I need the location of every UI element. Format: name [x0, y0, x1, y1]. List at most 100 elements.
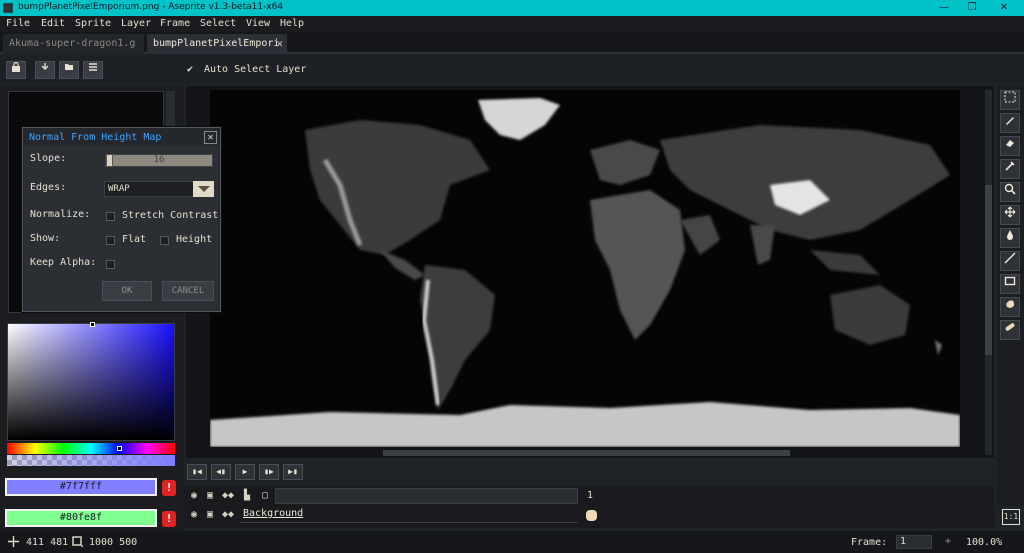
ok-button[interactable]: OK [102, 281, 152, 301]
layer-continuous-icon[interactable]: ◆◆ [221, 508, 235, 522]
sprite-size-icon [72, 536, 84, 548]
horizontal-scroll-thumb[interactable] [383, 450, 790, 456]
chevron-down-icon[interactable] [193, 181, 214, 197]
layer-group-icon[interactable]: ▙ [240, 489, 254, 503]
menu-select[interactable]: Select [200, 18, 236, 29]
document-tabs: Akuma-super-dragon1.g bumpPlanetPixelEmp… [0, 32, 1024, 54]
previous-frame-icon[interactable]: ◀▮ [211, 464, 231, 480]
normal-from-height-map-dialog: Normal From Height Map ✕ Slope: 16 Edges… [22, 127, 221, 312]
pencil-icon[interactable] [1000, 113, 1020, 133]
window-title: bumpPlanetPixelEmporium.png - Aseprite v… [18, 2, 284, 12]
slope-slider[interactable]: 16 [105, 154, 213, 167]
blob-shape-icon[interactable] [1000, 297, 1020, 317]
saturation-value-picker[interactable] [7, 322, 175, 441]
slope-slider-handle[interactable] [106, 154, 113, 167]
world-heightmap-image [210, 90, 960, 447]
auto-select-label: Auto Select Layer [204, 64, 307, 75]
tab-close-icon[interactable]: ✕ [276, 37, 283, 50]
add-frame-icon[interactable]: + [942, 535, 954, 549]
menu-frame[interactable]: Frame [160, 18, 190, 29]
frame-header-number[interactable]: 1 [580, 488, 600, 504]
lock-icon[interactable] [6, 61, 26, 79]
cel-icon[interactable] [586, 510, 597, 521]
tool-palette [997, 86, 1024, 506]
cursor-position: 411 481 [26, 537, 69, 548]
edges-value: WRAP [108, 184, 130, 194]
canvas-vertical-scrollbar[interactable] [985, 90, 992, 455]
menu-layer[interactable]: Layer [121, 18, 151, 29]
menu-edit[interactable]: Edit [41, 18, 65, 29]
folder-icon[interactable] [59, 61, 79, 79]
move-icon[interactable] [1000, 205, 1020, 225]
context-bar: ✔ Auto Select Layer [0, 56, 1024, 84]
stretch-contrast-label: Stretch Contrast [122, 210, 219, 221]
padlock-icon[interactable]: ▣ [203, 489, 217, 503]
next-frame-icon[interactable]: ▮▶ [259, 464, 279, 480]
background-color-button[interactable]: #80fe8f [5, 509, 157, 527]
tab-akuma-super-dragon[interactable]: Akuma-super-dragon1.g [3, 34, 144, 54]
hue-slider[interactable] [7, 443, 175, 454]
pixel-ratio-button[interactable]: 1:1 [1002, 509, 1020, 525]
last-frame-icon[interactable]: ▶▮ [283, 464, 303, 480]
paint-bucket-icon[interactable] [1000, 228, 1020, 248]
close-window-button[interactable]: ✕ [989, 0, 1019, 16]
menu-view[interactable]: View [246, 18, 270, 29]
download-arrow-icon[interactable] [35, 61, 55, 79]
alpha-slider[interactable] [7, 455, 175, 466]
canvas-editor[interactable] [186, 86, 994, 458]
minimize-button[interactable]: — [929, 0, 959, 16]
frame-input[interactable]: 1 [896, 535, 932, 549]
stretch-contrast-checkbox[interactable] [106, 212, 115, 221]
menu-sprite[interactable]: Sprite [75, 18, 111, 29]
layer-visibility-eye-icon[interactable]: ◉ [187, 508, 201, 522]
layer-name-cell [240, 507, 578, 523]
auto-select-layer-toggle[interactable]: ✔ Auto Select Layer [187, 64, 306, 75]
sprite-canvas[interactable] [210, 90, 960, 447]
tab-label: bumpPlanetPixelEmpori [153, 38, 280, 49]
eyedropper-icon[interactable] [1000, 159, 1020, 179]
layer-header-cell [275, 488, 578, 504]
foreground-color-button[interactable]: #7f7fff [5, 478, 157, 496]
menu-bar: File Edit Sprite Layer Frame Select View… [0, 16, 1024, 32]
layer-row-background[interactable]: ◉ ▣ ◆◆ Background [184, 506, 994, 524]
menu-help[interactable]: Help [280, 18, 304, 29]
maximize-button[interactable]: ❐ [957, 0, 987, 16]
line-icon[interactable] [1000, 251, 1020, 271]
flat-checkbox[interactable] [106, 236, 115, 245]
layer-lock-icon[interactable]: ▣ [203, 508, 217, 522]
vertical-scroll-thumb[interactable] [985, 185, 992, 355]
slope-value: 16 [153, 155, 165, 165]
eraser-icon[interactable] [1000, 136, 1020, 156]
zoom-icon[interactable] [1000, 182, 1020, 202]
eye-icon[interactable]: ◉ [187, 489, 201, 503]
bg-warning-icon[interactable]: ! [162, 511, 176, 527]
continuous-icon[interactable]: ◆◆ [221, 489, 235, 503]
slope-label: Slope: [30, 153, 67, 164]
dialog-close-icon[interactable]: ✕ [204, 131, 217, 144]
timeline-header-row: ◉ ▣ ◆◆ ▙ ▢ 1 [184, 487, 994, 505]
sv-cursor[interactable] [90, 322, 95, 327]
height-label: Height [176, 234, 213, 245]
keep-alpha-label: Keep Alpha: [30, 257, 97, 268]
edges-label: Edges: [30, 182, 67, 193]
tab-bump-planet[interactable]: bumpPlanetPixelEmpori ✕ [147, 34, 287, 54]
title-bar: bumpPlanetPixelEmporium.png - Aseprite v… [0, 0, 1024, 16]
timeline: ◉ ▣ ◆◆ ▙ ▢ 1 ◉ ▣ ◆◆ Background [184, 486, 994, 528]
zoom-level[interactable]: 100.0% [966, 537, 1002, 548]
height-checkbox[interactable] [160, 236, 169, 245]
hamburger-menu-icon[interactable] [83, 61, 103, 79]
marquee-select-icon[interactable] [1000, 90, 1020, 110]
onion-skin-icon[interactable]: ▢ [258, 489, 272, 503]
cancel-button[interactable]: CANCEL [162, 281, 214, 301]
edges-select[interactable]: WRAP [104, 181, 214, 197]
keep-alpha-checkbox[interactable] [106, 260, 115, 269]
first-frame-icon[interactable]: ▮◀ [187, 464, 207, 480]
fg-warning-icon[interactable]: ! [162, 480, 176, 496]
hue-cursor[interactable] [117, 446, 122, 451]
menu-file[interactable]: File [6, 18, 30, 29]
play-icon[interactable]: ▶ [235, 464, 255, 480]
rectangle-icon[interactable] [1000, 274, 1020, 294]
bandage-icon[interactable] [1000, 320, 1020, 340]
checkmark-icon: ✔ [187, 64, 194, 75]
normalize-label: Normalize: [30, 209, 91, 220]
